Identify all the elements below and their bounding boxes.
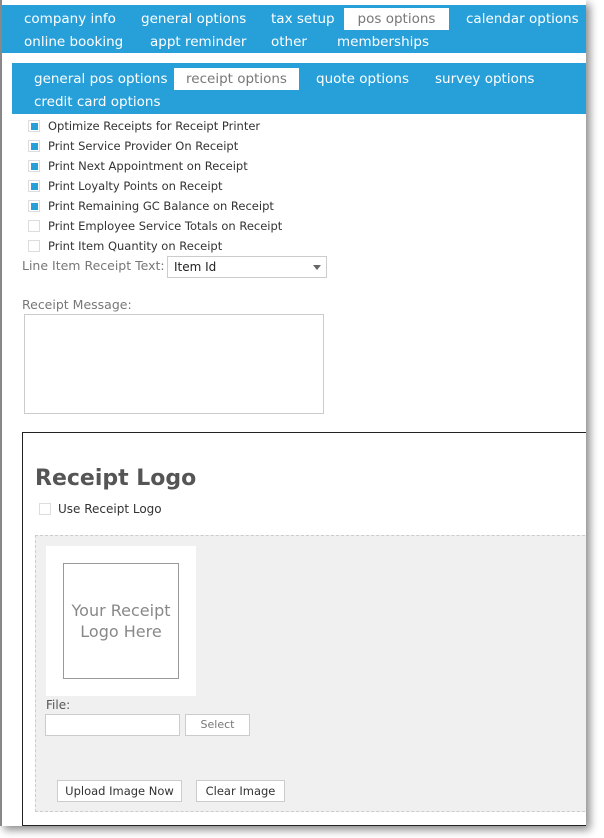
option-checkbox[interactable] (28, 220, 40, 232)
logo-upload-area[interactable]: Your Receipt Logo Here File: Select Uplo… (35, 535, 586, 812)
option-label: Print Loyalty Points on Receipt (48, 179, 223, 193)
line-item-value: Item Id (174, 260, 217, 274)
receipt-logo-panel: Receipt Logo Use Receipt Logo Your Recei… (22, 432, 586, 826)
tab-tax-setup[interactable]: tax setup (271, 8, 335, 30)
logo-placeholder: Your Receipt Logo Here (63, 563, 179, 679)
upload-image-button[interactable]: Upload Image Now (57, 780, 182, 802)
option-checkbox[interactable] (28, 140, 40, 152)
receipt-message-input[interactable] (24, 314, 324, 414)
tab-receipt-options[interactable]: receipt options (174, 68, 299, 90)
option-label: Print Remaining GC Balance on Receipt (48, 199, 274, 213)
tab-general-options[interactable]: general options (141, 8, 246, 30)
option-row[interactable]: Print Item Quantity on Receipt (28, 237, 222, 255)
tab-company-info[interactable]: company info (24, 8, 116, 30)
tab-calendar-options[interactable]: calendar options (466, 8, 579, 30)
use-receipt-logo-checkbox[interactable] (39, 503, 51, 515)
select-file-button[interactable]: Select (185, 714, 250, 736)
option-checkbox[interactable] (28, 200, 40, 212)
option-label: Print Next Appointment on Receipt (48, 159, 248, 173)
chevron-down-icon (313, 265, 321, 270)
tab-general-pos-options[interactable]: general pos options (34, 68, 167, 90)
option-row[interactable]: Print Next Appointment on Receipt (28, 157, 248, 175)
option-row[interactable]: Print Loyalty Points on Receipt (28, 177, 223, 195)
line-item-select[interactable]: Item Id (167, 256, 327, 278)
use-receipt-logo-row[interactable]: Use Receipt Logo (39, 500, 162, 518)
receipt-message-label: Receipt Message: (22, 297, 132, 312)
clear-image-button[interactable]: Clear Image (196, 780, 285, 802)
main-tabs: company info general options tax setup p… (2, 5, 586, 53)
option-checkbox[interactable] (28, 240, 40, 252)
tab-survey-options[interactable]: survey options (435, 68, 534, 90)
option-checkbox[interactable] (28, 120, 40, 132)
option-label: Print Item Quantity on Receipt (48, 239, 223, 253)
option-label: Optimize Receipts for Receipt Printer (48, 119, 261, 133)
option-row[interactable]: Print Employee Service Totals on Receipt (28, 217, 282, 235)
tab-quote-options[interactable]: quote options (316, 68, 409, 90)
option-checkbox[interactable] (28, 160, 40, 172)
line-item-label: Line Item Receipt Text: (22, 258, 165, 273)
tab-online-booking[interactable]: online booking (24, 31, 123, 53)
receipt-logo-title: Receipt Logo (35, 466, 197, 491)
option-label: Print Service Provider On Receipt (48, 139, 239, 153)
option-row[interactable]: Print Service Provider On Receipt (28, 137, 238, 155)
use-receipt-logo-label: Use Receipt Logo (58, 502, 162, 516)
tab-memberships[interactable]: memberships (337, 31, 429, 53)
tab-appt-reminder[interactable]: appt reminder (150, 31, 246, 53)
option-row[interactable]: Optimize Receipts for Receipt Printer (28, 117, 260, 135)
option-label: Print Employee Service Totals on Receipt (48, 219, 283, 233)
file-input[interactable] (45, 714, 180, 736)
tab-credit-card-options[interactable]: credit card options (34, 91, 160, 113)
sub-tabs: general pos options receipt options quot… (12, 63, 586, 114)
tab-other[interactable]: other (271, 31, 307, 53)
settings-page: company info general options tax setup p… (0, 0, 586, 826)
file-label: File: (46, 698, 71, 712)
option-row[interactable]: Print Remaining GC Balance on Receipt (28, 197, 274, 215)
option-checkbox[interactable] (28, 180, 40, 192)
tab-pos-options[interactable]: pos options (344, 8, 449, 30)
logo-preview: Your Receipt Logo Here (46, 546, 196, 696)
